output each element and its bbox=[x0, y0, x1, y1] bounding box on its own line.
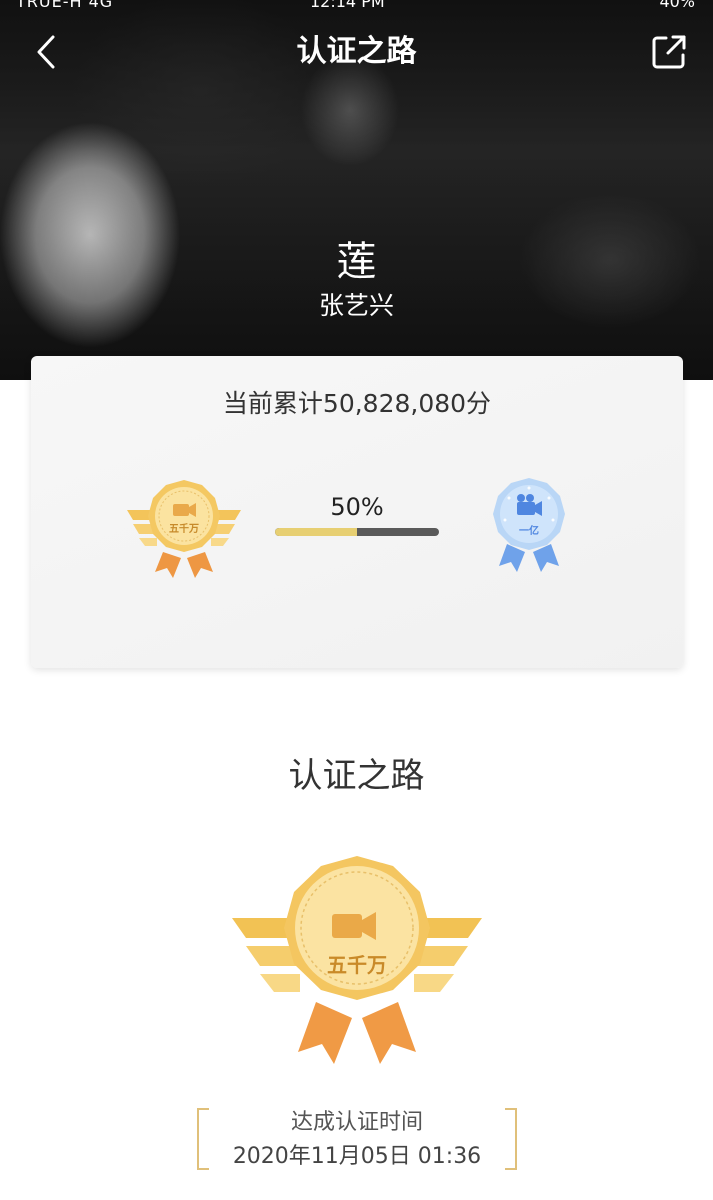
current-badge-label: 五千万 bbox=[169, 522, 199, 535]
gold-medal-large-icon: 五千万 bbox=[232, 856, 482, 1064]
gold-medal-icon: 五千万 bbox=[127, 480, 241, 578]
artist-name: 张艺兴 bbox=[318, 291, 394, 320]
achievement-time-box: 达成认证时间 2020年11月05日 01:36 bbox=[197, 1108, 517, 1170]
page-title: 认证之路 bbox=[296, 34, 417, 69]
progress-bar-fill bbox=[275, 528, 357, 536]
blue-medal-icon: 一亿 bbox=[493, 478, 565, 572]
achievement-time-value: 2020年11月05日 01:36 bbox=[232, 1144, 482, 1169]
progress-percent: 50% bbox=[330, 493, 384, 521]
status-battery: 40% bbox=[659, 0, 695, 11]
share-button[interactable] bbox=[647, 30, 691, 74]
progress-card: 当前累计50,828,080分 五千万 50% 一亿 bbox=[31, 356, 683, 668]
achievement-time-label: 达成认证时间 bbox=[290, 1110, 423, 1135]
progress-bar bbox=[275, 528, 439, 536]
status-bar: TRUE-H 4G 12:14 PM 40% bbox=[0, 0, 713, 11]
score-text: 当前累计50,828,080分 bbox=[222, 389, 492, 418]
section-title: 认证之路 bbox=[288, 756, 425, 796]
next-badge-label: 一亿 bbox=[519, 524, 539, 537]
status-time: 12:14 PM bbox=[310, 0, 385, 11]
section-badge-label: 五千万 bbox=[327, 953, 387, 977]
status-carrier: TRUE-H 4G bbox=[16, 0, 114, 11]
hero-banner: TRUE-H 4G 12:14 PM 40% 认证之路 莲 张艺兴 bbox=[0, 0, 713, 380]
share-external-icon bbox=[652, 35, 686, 69]
work-title: 莲 bbox=[336, 239, 377, 285]
